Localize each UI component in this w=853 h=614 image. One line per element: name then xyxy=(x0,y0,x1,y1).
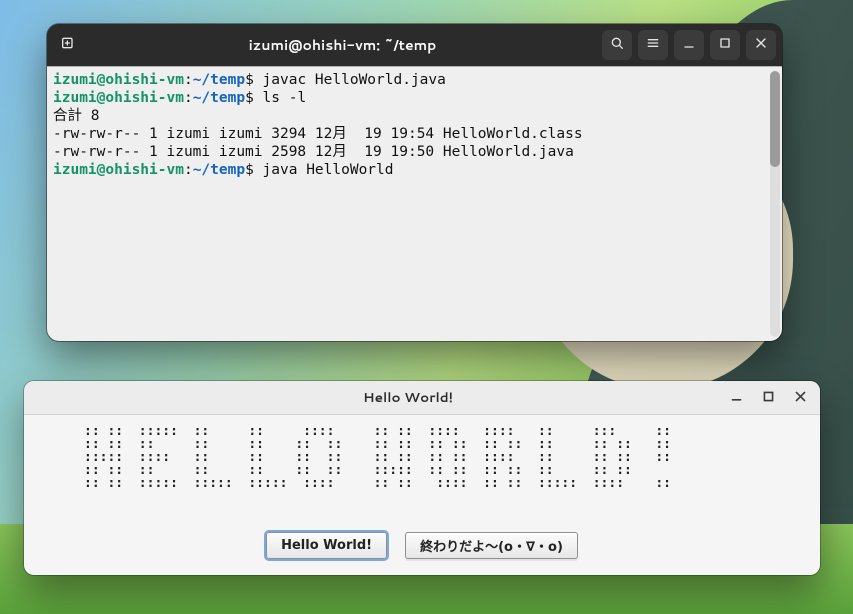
search-icon xyxy=(609,34,625,57)
close-button[interactable] xyxy=(790,388,810,408)
scrollbar-thumb[interactable] xyxy=(770,71,780,167)
search-button[interactable] xyxy=(602,30,632,60)
output-line: -rw-rw-r-- 1 izumi izumi 3294 12月 19 19:… xyxy=(53,126,583,142)
hello-world-button[interactable]: Hello World! xyxy=(266,532,387,559)
close-icon xyxy=(753,34,769,57)
close-button[interactable] xyxy=(746,30,776,60)
minimize-button[interactable] xyxy=(726,388,746,408)
output-line: 合計 8 xyxy=(53,108,99,124)
maximize-icon xyxy=(762,386,775,409)
owari-button[interactable]: 終わりだよ～(o・∇・o) xyxy=(405,532,578,559)
desktop-wallpaper: izumi@ohishi-vm: ~/temp xyxy=(0,0,853,614)
maximize-icon xyxy=(717,34,733,57)
hello-world-title: Hello World! xyxy=(90,388,726,407)
hello-world-button-row: Hello World! 終わりだよ～(o・∇・o) xyxy=(24,526,820,575)
minimize-icon xyxy=(681,34,697,57)
hamburger-icon xyxy=(645,34,661,57)
prompt-userhost: izumi@ohishi-vm xyxy=(53,72,184,88)
hello-world-window[interactable]: Hello World! :: :: ::::: :: :: :::: :: :… xyxy=(24,381,820,575)
new-tab-icon xyxy=(60,34,76,57)
app-menu-button[interactable] xyxy=(638,30,668,60)
terminal-title: izumi@ohishi-vm: ~/temp xyxy=(89,35,596,55)
command-text: ls -l xyxy=(263,90,307,106)
prompt-path: ~/temp xyxy=(193,72,245,88)
terminal-titlebar[interactable]: izumi@ohishi-vm: ~/temp xyxy=(47,24,782,66)
output-line: -rw-rw-r-- 1 izumi izumi 2598 12月 19 19:… xyxy=(53,144,574,160)
command-text: javac HelloWorld.java xyxy=(263,72,446,88)
hello-world-ascii-art: :: :: ::::: :: :: :::: :: :: :::: :::: :… xyxy=(24,415,820,526)
terminal-body[interactable]: izumi@ohishi-vm:~/temp$ javac HelloWorld… xyxy=(47,66,782,341)
minimize-icon xyxy=(730,386,743,409)
hello-world-titlebar[interactable]: Hello World! xyxy=(24,381,820,415)
terminal-content: izumi@ohishi-vm:~/temp$ javac HelloWorld… xyxy=(53,71,776,179)
new-tab-button[interactable] xyxy=(53,30,83,60)
maximize-button[interactable] xyxy=(758,388,778,408)
maximize-button[interactable] xyxy=(710,30,740,60)
command-text: java HelloWorld xyxy=(263,162,394,178)
close-icon xyxy=(794,386,807,409)
terminal-window[interactable]: izumi@ohishi-vm: ~/temp xyxy=(47,24,782,341)
minimize-button[interactable] xyxy=(674,30,704,60)
